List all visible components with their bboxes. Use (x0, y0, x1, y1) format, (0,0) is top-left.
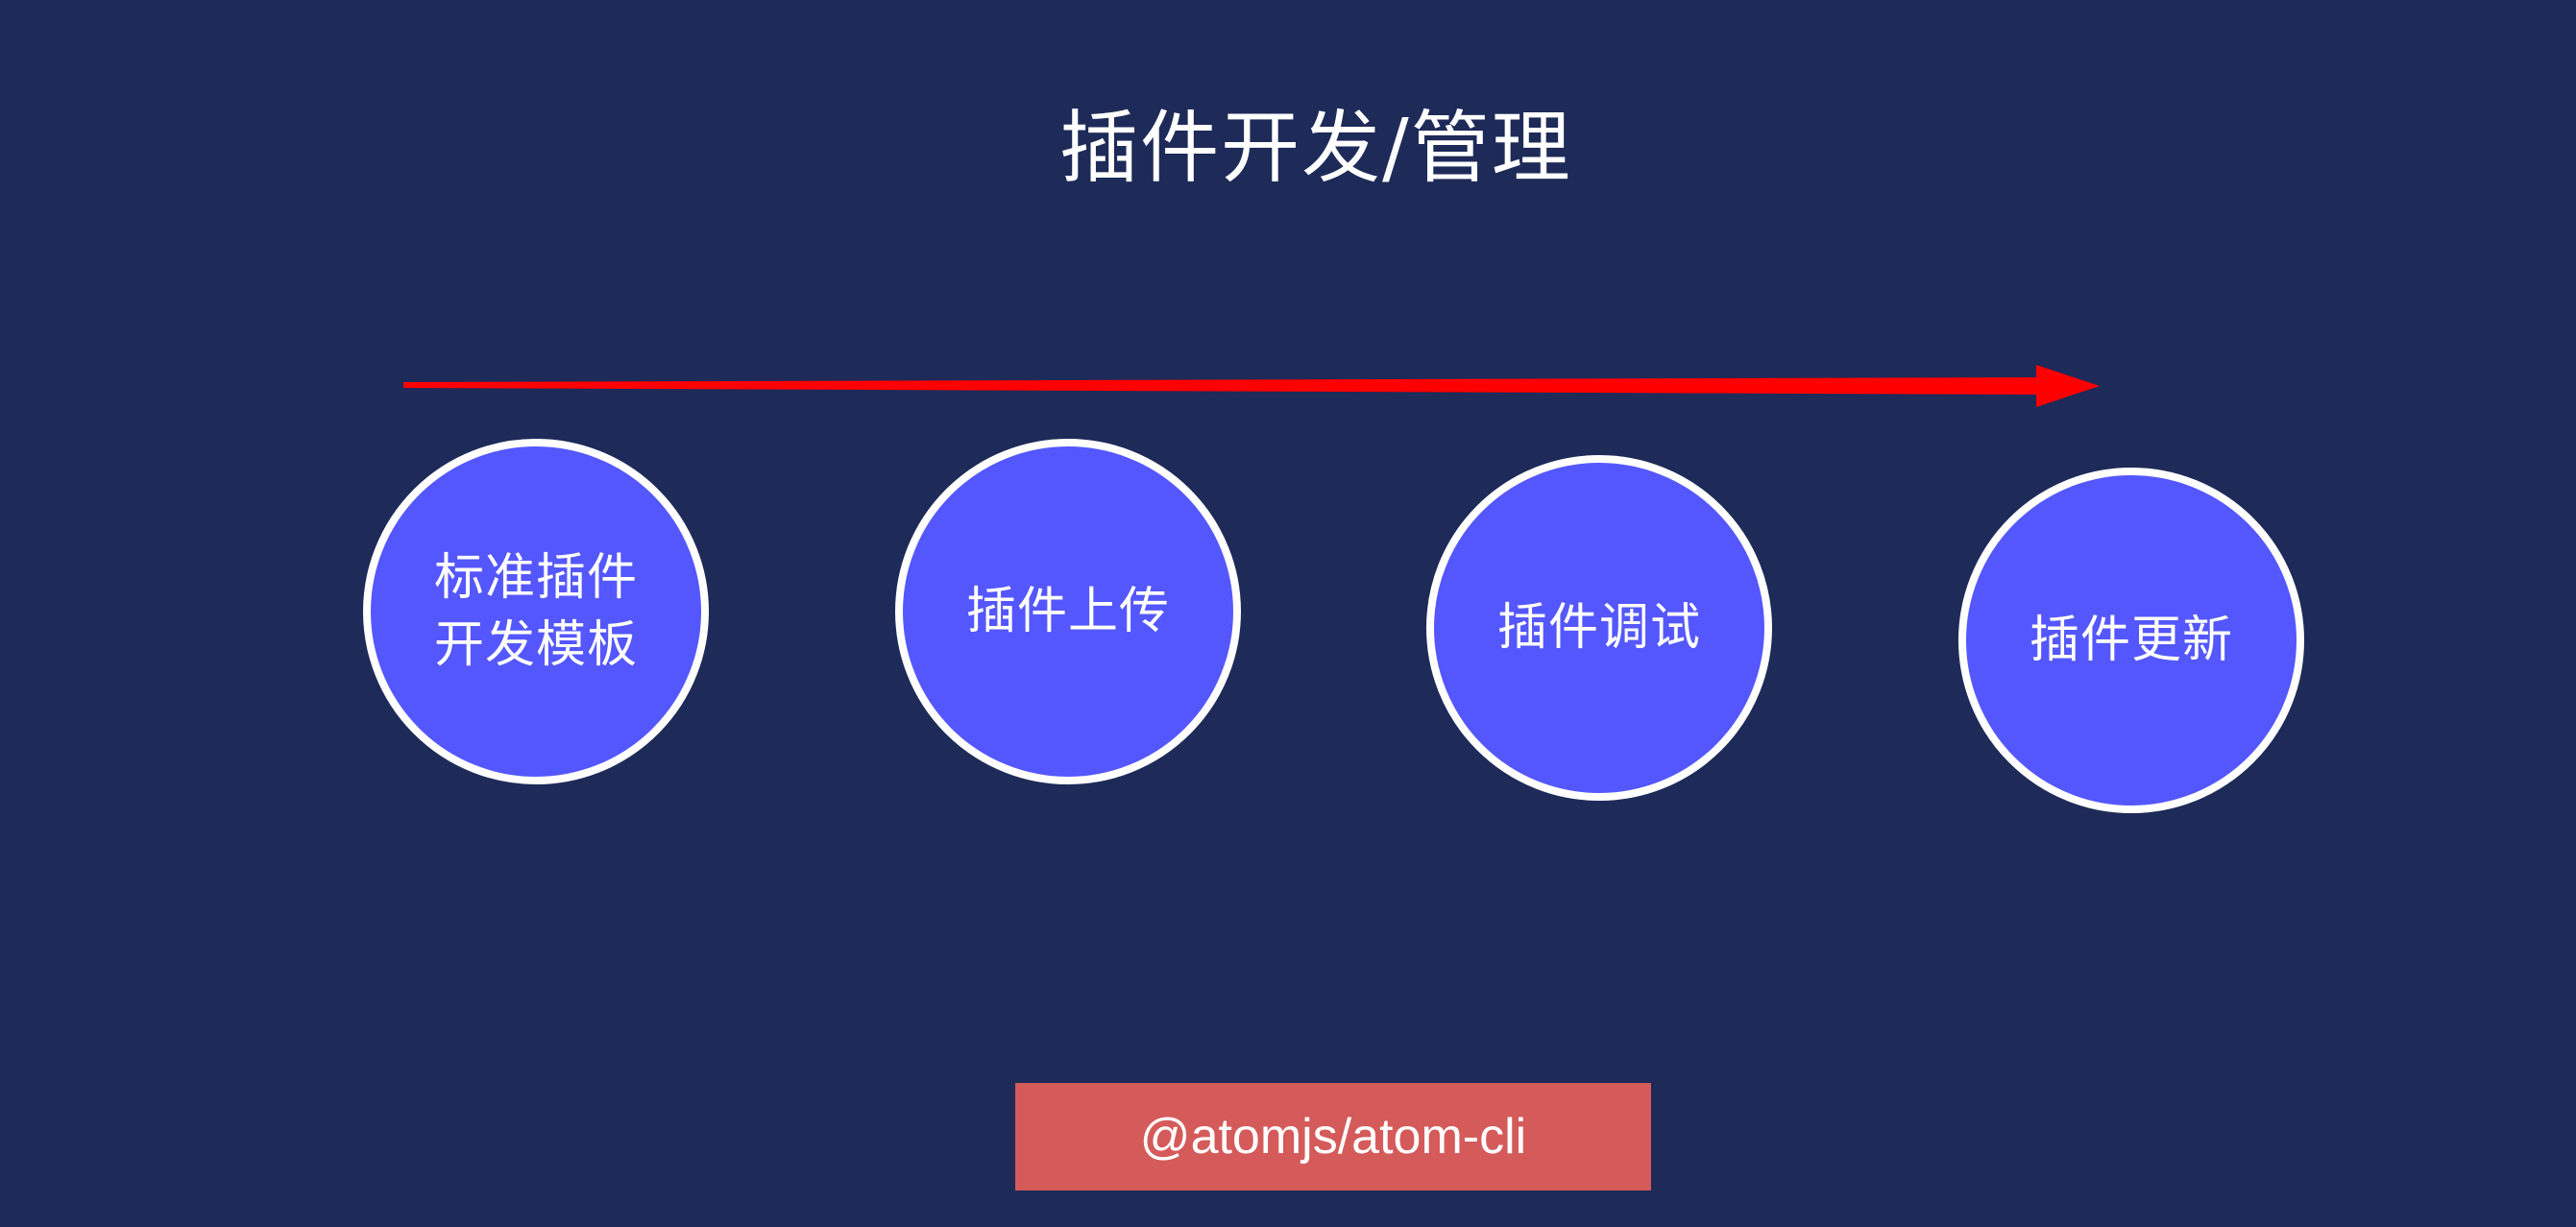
package-tag: @atomjs/atom-cli (1015, 1083, 1651, 1191)
slide-title: 插件开发/管理 (1059, 103, 1572, 194)
arrow-shaft (403, 377, 2046, 395)
step-node-upload: 插件上传 (895, 439, 1241, 784)
step-label: 插件更新 (2029, 612, 2233, 669)
step-label: 标准插件 开发模板 (433, 549, 638, 674)
progress-arrow (403, 365, 2100, 407)
step-node-template: 标准插件 开发模板 (363, 439, 709, 784)
step-label: 插件调试 (1496, 599, 1701, 657)
package-tag-label: @atomjs/atom-cli (1139, 1109, 1527, 1165)
step-node-update: 插件更新 (1958, 468, 2304, 813)
slide: 插件开发/管理 标准插件 开发模板 插件上传 插件调试 插件更新 @atomjs… (0, 0, 2576, 1227)
step-label: 插件上传 (965, 583, 1170, 640)
step-node-debug: 插件调试 (1426, 455, 1772, 801)
arrow-head (2036, 365, 2100, 407)
